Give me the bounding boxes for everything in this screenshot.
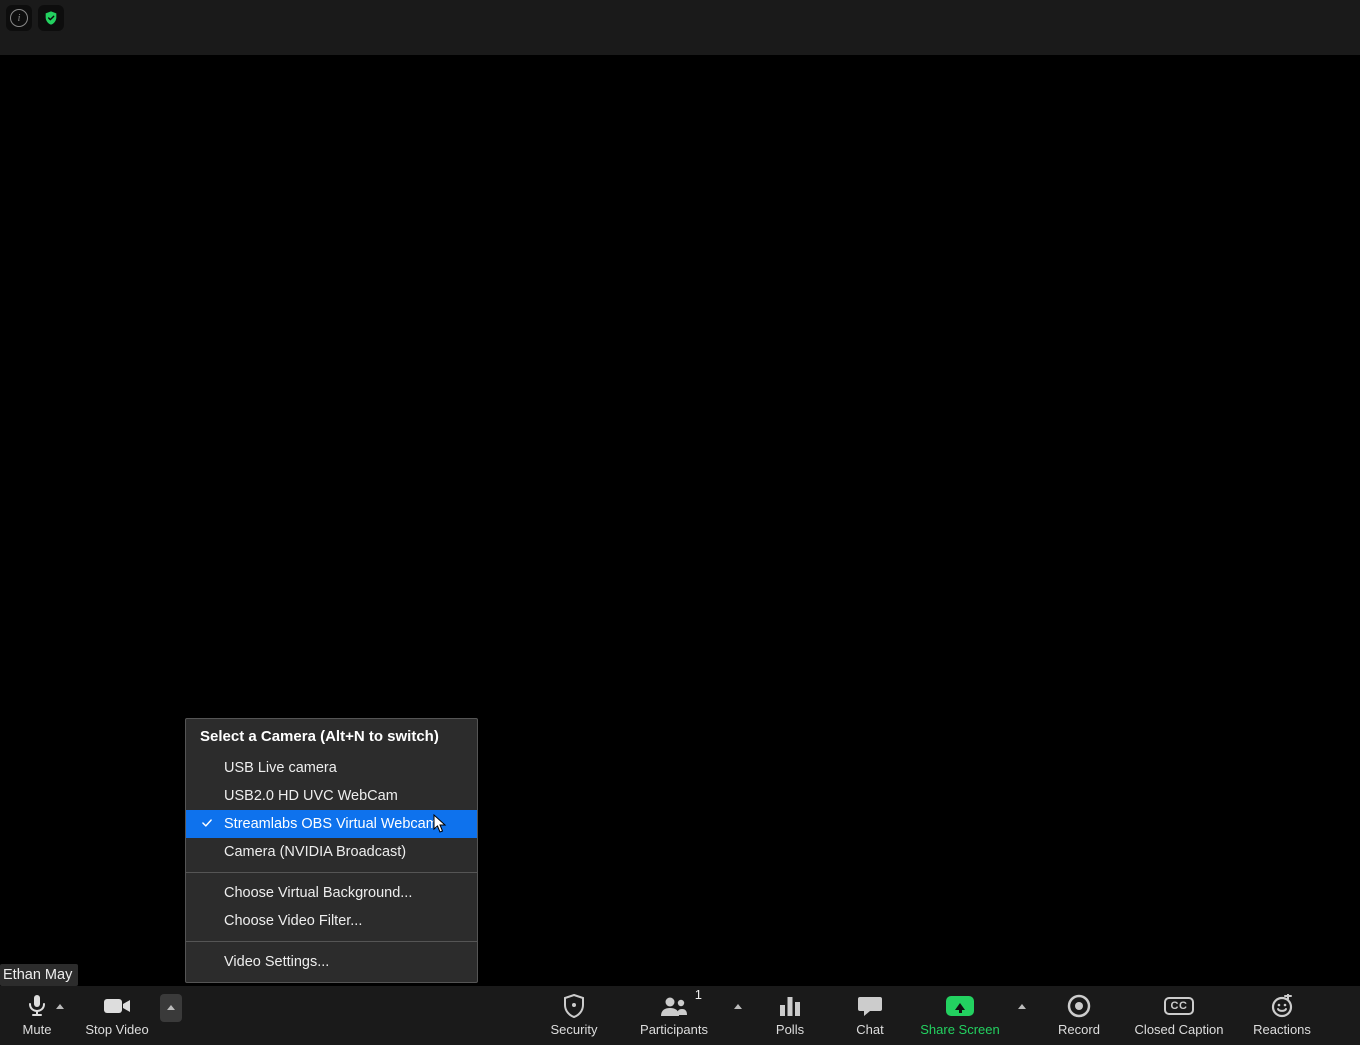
camera-option-label: USB Live camera [224,760,337,776]
people-icon [659,995,689,1017]
menu-item-label: Choose Video Filter... [224,913,362,929]
chat-label: Chat [856,1022,883,1037]
security-label: Security [551,1022,598,1037]
meeting-info-button[interactable]: i [6,5,32,31]
menu-item-label: Choose Virtual Background... [224,885,412,901]
camera-option-label: Streamlabs OBS Virtual Webcam [224,816,438,832]
record-label: Record [1058,1022,1100,1037]
participants-count-badge: 1 [695,987,702,1002]
menu-separator [186,941,477,942]
chat-bubble-icon [857,995,883,1017]
chevron-up-icon [734,1004,742,1009]
video-menu-title: Select a Camera (Alt+N to switch) [186,719,477,754]
share-screen-icon [946,996,974,1016]
polls-button[interactable]: Polls [750,986,830,1045]
stop-video-button[interactable]: Stop Video [74,986,160,1045]
chat-button[interactable]: Chat [830,986,910,1045]
menu-item-label: Video Settings... [224,954,329,970]
chevron-up-icon [1018,1004,1026,1009]
smile-plus-icon [1270,994,1294,1018]
cc-icon: CC [1164,997,1195,1015]
camera-option[interactable]: USB Live camera [186,754,477,782]
security-button[interactable]: Security [526,986,622,1045]
reactions-label: Reactions [1253,1022,1311,1037]
share-options-caret[interactable] [1010,986,1034,1045]
camera-option[interactable]: Camera (NVIDIA Broadcast) [186,838,477,866]
camera-option-label: USB2.0 HD UVC WebCam [224,788,398,804]
record-icon [1067,994,1091,1018]
bar-chart-icon [778,995,802,1017]
share-screen-label: Share Screen [920,1022,1000,1037]
info-icon: i [10,9,28,27]
video-settings-item[interactable]: Video Settings... [186,948,477,982]
meeting-toolbar: Mute Stop Video Secur [0,986,1360,1045]
chevron-up-icon [56,1004,64,1009]
reactions-button[interactable]: Reactions [1234,986,1330,1045]
closed-caption-label: Closed Caption [1135,1022,1224,1037]
video-options-menu: Select a Camera (Alt+N to switch) USB Li… [185,718,478,983]
microphone-icon [27,994,47,1018]
chevron-up-icon [167,1005,175,1010]
stop-video-label: Stop Video [85,1022,148,1037]
closed-caption-button[interactable]: CC Closed Caption [1124,986,1234,1045]
shield-icon [563,994,585,1018]
video-camera-icon [103,996,131,1016]
encryption-status-button[interactable] [38,5,64,31]
camera-option[interactable]: Streamlabs OBS Virtual Webcam [186,810,477,838]
share-screen-button[interactable]: Share Screen [910,986,1010,1045]
camera-option[interactable]: USB2.0 HD UVC WebCam [186,782,477,810]
polls-label: Polls [776,1022,804,1037]
shield-check-icon [43,10,59,26]
choose-video-filter-item[interactable]: Choose Video Filter... [186,907,477,935]
choose-virtual-background-item[interactable]: Choose Virtual Background... [186,879,477,907]
top-bar: i [0,0,1360,55]
menu-separator [186,872,477,873]
audio-options-caret[interactable] [48,986,72,1045]
participant-name-label: Ethan May [0,964,78,986]
record-button[interactable]: Record [1034,986,1124,1045]
participants-label: Participants [640,1022,708,1037]
participants-button[interactable]: Participants 1 [622,986,726,1045]
check-icon [200,816,214,830]
participants-options-caret[interactable] [726,986,750,1045]
video-options-caret[interactable] [160,994,182,1022]
camera-option-label: Camera (NVIDIA Broadcast) [224,844,406,860]
